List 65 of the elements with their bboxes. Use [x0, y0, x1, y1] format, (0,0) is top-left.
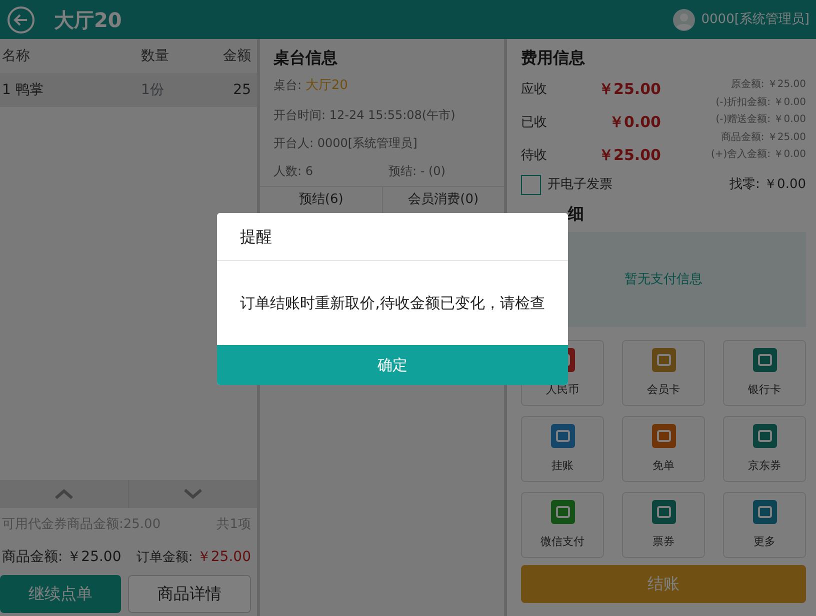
payment-method-label: 微信支付: [540, 534, 584, 550]
section-title: 桌台信息: [272, 46, 338, 68]
chevron-up-icon: [54, 488, 74, 500]
chevron-down-icon: [183, 488, 204, 500]
payment-method-tile[interactable]: 更多: [723, 492, 806, 558]
opened-by: 开台人: 0000[系统管理员]: [273, 134, 418, 152]
payment-method-label: 银行卡: [748, 382, 781, 398]
payment-method-tile[interactable]: 银行卡: [723, 340, 806, 406]
fee-breakdown: (+)舍入金额: ￥0.00: [711, 148, 806, 162]
payment-method-tile[interactable]: 微信支付: [521, 492, 604, 558]
payment-method-tile[interactable]: 免单: [622, 416, 705, 482]
payment-method-tile[interactable]: 票券: [622, 492, 705, 558]
payment-method-label: 京东券: [748, 458, 781, 474]
table-name: 桌台: 大厅20: [273, 77, 349, 95]
dialog-title: 提醒: [217, 213, 568, 261]
checkbox[interactable]: [521, 175, 541, 195]
fee-label: 应收: [521, 80, 547, 98]
item-details-button[interactable]: 商品详情: [128, 574, 251, 613]
continue-order-button[interactable]: 继续点单: [0, 574, 122, 613]
payment-method-label: 更多: [754, 534, 776, 550]
fee-breakdown: (-)赠送金额: ￥0.00: [714, 112, 806, 127]
column-header: 名称: [2, 46, 31, 66]
avatar-icon: [672, 8, 695, 30]
fee-amount: ￥25.00: [598, 145, 661, 166]
fee-breakdown: 原金额: ￥25.00: [730, 78, 806, 92]
fee-label: 待收: [521, 146, 547, 164]
payment-icon: [652, 500, 676, 524]
fee-breakdown: 商品金额: ￥25.00: [720, 130, 806, 144]
back-icon[interactable]: [6, 6, 34, 34]
payment-method-tile[interactable]: 挂账: [521, 416, 604, 482]
column-header: 数量: [140, 46, 170, 66]
item-quantity: 1份: [140, 80, 165, 100]
item-name: 1 鸭掌: [2, 80, 44, 100]
payment-icon: [752, 500, 776, 524]
section-title: 细: [568, 202, 585, 224]
presettle-info: 预结: - (0): [388, 162, 446, 180]
payment-method-label: 免单: [652, 458, 674, 474]
page-title: 大厅20: [54, 6, 122, 34]
payment-icon: [652, 348, 676, 372]
item-amount: 25: [232, 80, 251, 100]
payment-method-tile[interactable]: 京东券: [723, 416, 806, 482]
payment-icon: [752, 424, 776, 448]
fee-label: 已收: [521, 114, 547, 132]
user-name: 0000[系统管理员]: [701, 10, 810, 29]
payment-method-label: 票券: [652, 534, 674, 550]
fee-breakdown: (-)折扣金额: ￥0.00: [714, 96, 806, 110]
payment-icon: [752, 348, 776, 372]
order-row[interactable]: 1 鸭掌 1份 25: [0, 73, 258, 107]
confirm-button[interactable]: 确定: [217, 345, 568, 385]
payment-icon: [550, 500, 574, 524]
section-title: 费用信息: [521, 46, 586, 68]
checkbox-label: 开电子发票: [548, 176, 612, 194]
payment-icon: [652, 424, 676, 448]
order-total: 订单金额: ￥25.00: [136, 548, 251, 568]
guest-count: 人数: 6: [273, 162, 314, 180]
fee-amount: ￥0.00: [608, 112, 661, 133]
payment-method-tile[interactable]: 会员卡: [622, 340, 705, 406]
column-header: 金额: [222, 46, 251, 66]
fee-amount: ￥25.00: [598, 79, 661, 100]
payment-icon: [550, 424, 574, 448]
open-time: 开台时间: 12-24 15:55:08(午市): [273, 106, 456, 124]
change-amount: 找零: ￥0.00: [730, 176, 806, 194]
payment-method-label: 挂账: [552, 458, 574, 474]
goods-total: 商品金额: ￥25.00: [2, 548, 122, 568]
payment-method-label: 会员卡: [647, 382, 680, 398]
